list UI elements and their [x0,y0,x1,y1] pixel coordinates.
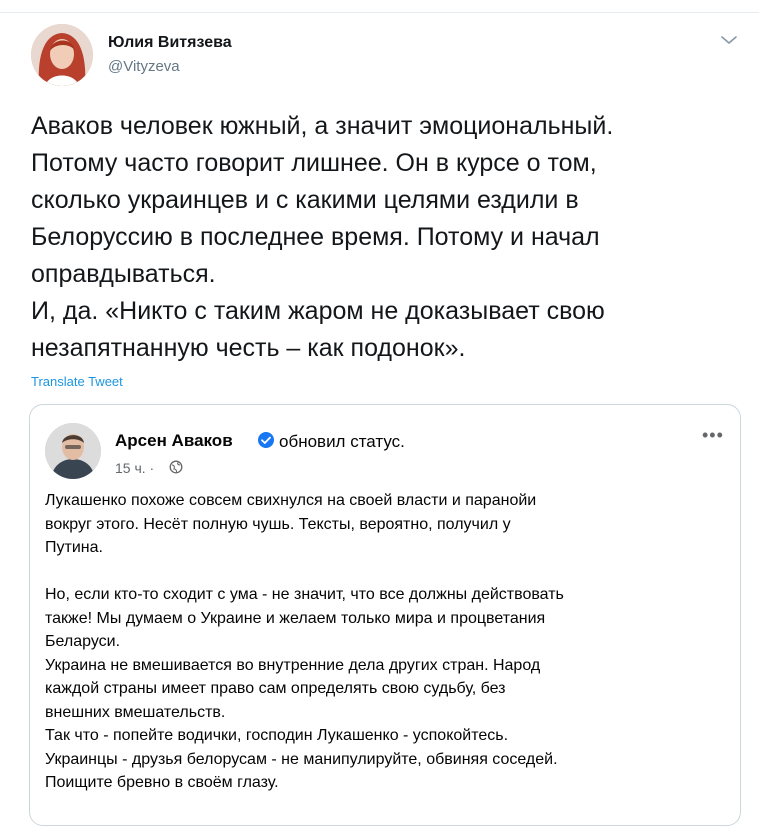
globe-icon [169,460,183,474]
chevron-down-icon[interactable] [718,32,740,48]
quoted-author-photo [45,423,101,479]
author-photo [31,24,93,86]
translate-tweet-link[interactable]: Translate Tweet [31,374,123,389]
quoted-author-name[interactable]: Арсен Аваков [115,431,233,451]
quoted-post-card[interactable]: Арсен Аваков обновил статус. 15 ч. · •••… [29,404,741,826]
post-timestamp[interactable]: 15 ч. · [115,460,154,476]
verified-badge-icon [258,432,274,448]
quoted-author-avatar[interactable] [45,423,101,479]
author-avatar[interactable] [31,24,93,86]
author-name[interactable]: Юлия Витязева [108,34,232,52]
quoted-post-text: Лукашенко похоже совсем свихнулся на сво… [45,492,564,791]
tweet-text: Аваков человек южный, а значит эмоционал… [31,112,614,362]
more-options-icon[interactable]: ••• [702,425,724,446]
status-update-label: обновил статус. [279,432,405,451]
top-divider [0,0,759,13]
author-handle[interactable]: @Vityzeva [108,58,180,75]
